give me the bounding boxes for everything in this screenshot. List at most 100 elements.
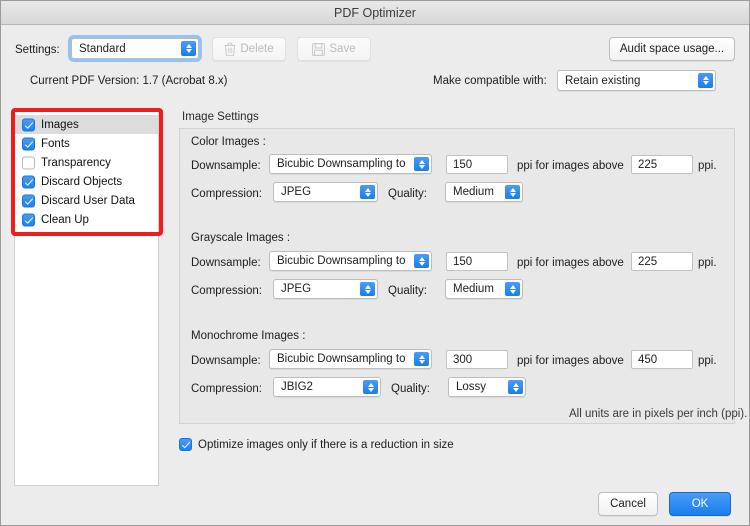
cancel-button-label: Cancel bbox=[610, 498, 646, 510]
list-item-label: Fonts bbox=[41, 137, 70, 150]
monochrome-quality-label: Quality: bbox=[391, 383, 430, 395]
grayscale-quality-select[interactable]: Medium bbox=[445, 279, 523, 299]
list-item-label: Transparency bbox=[41, 156, 111, 169]
grayscale-above-ppi-input[interactable]: 225 bbox=[631, 252, 693, 271]
checkbox-images[interactable] bbox=[22, 118, 35, 131]
monochrome-compression-label: Compression: bbox=[191, 383, 262, 395]
save-button-label: Save bbox=[329, 43, 356, 55]
optimize-images-checkbox-row[interactable]: Optimize images only if there is a reduc… bbox=[179, 438, 454, 451]
grayscale-quality-label: Quality: bbox=[388, 285, 427, 297]
color-downsample-method-value: Bicubic Downsampling to bbox=[277, 158, 406, 170]
chevron-updown-icon[interactable] bbox=[414, 352, 429, 366]
checkbox-discard-user-data[interactable] bbox=[22, 194, 35, 207]
monochrome-compression-select[interactable]: JBIG2 bbox=[273, 377, 381, 397]
color-compression-label: Compression: bbox=[191, 188, 262, 200]
grayscale-above-ppi-value: 225 bbox=[638, 255, 658, 268]
list-item-fonts[interactable]: Fonts bbox=[15, 134, 158, 153]
grayscale-compression-value: JPEG bbox=[281, 283, 312, 295]
monochrome-downsample-label: Downsample: bbox=[191, 355, 261, 367]
color-downsample-label: Downsample: bbox=[191, 160, 261, 172]
list-item-discard-objects[interactable]: Discard Objects bbox=[15, 172, 158, 191]
checkbox-clean-up[interactable] bbox=[22, 213, 35, 226]
color-quality-select[interactable]: Medium bbox=[445, 182, 523, 202]
grayscale-ppi-suffix: ppi. bbox=[698, 257, 717, 269]
cancel-button[interactable]: Cancel bbox=[598, 492, 658, 516]
delete-button[interactable]: Delete bbox=[212, 37, 286, 61]
monochrome-quality-select[interactable]: Lossy bbox=[448, 377, 526, 397]
color-above-ppi-input[interactable]: 225 bbox=[631, 155, 693, 174]
monochrome-downsample-method-select[interactable]: Bicubic Downsampling to bbox=[269, 349, 432, 369]
checkbox-transparency[interactable] bbox=[22, 156, 35, 169]
chevron-updown-icon[interactable] bbox=[360, 282, 375, 296]
color-ppi-above-label: ppi for images above bbox=[517, 160, 624, 172]
monochrome-quality-value: Lossy bbox=[456, 381, 487, 393]
chevron-updown-icon[interactable] bbox=[363, 380, 378, 394]
monochrome-downsample-ppi-value: 300 bbox=[453, 353, 473, 366]
settings-label: Settings: bbox=[15, 44, 60, 56]
monochrome-downsample-ppi-input[interactable]: 300 bbox=[446, 350, 508, 369]
audit-space-usage-label: Audit space usage... bbox=[619, 43, 725, 55]
ok-button[interactable]: OK bbox=[669, 492, 731, 516]
list-item-images[interactable]: Images bbox=[15, 115, 158, 134]
color-compression-select[interactable]: JPEG bbox=[273, 182, 378, 202]
color-images-heading: Color Images : bbox=[191, 136, 266, 148]
monochrome-ppi-suffix: ppi. bbox=[698, 355, 717, 367]
list-item-discard-user-data[interactable]: Discard User Data bbox=[15, 191, 158, 210]
settings-preset-select[interactable]: Standard bbox=[71, 38, 199, 59]
color-compression-value: JPEG bbox=[281, 186, 312, 198]
chevron-updown-icon[interactable] bbox=[414, 254, 429, 268]
grayscale-compression-select[interactable]: JPEG bbox=[273, 279, 378, 299]
chevron-updown-icon[interactable] bbox=[505, 185, 520, 199]
save-button[interactable]: Save bbox=[297, 37, 371, 61]
color-quality-label: Quality: bbox=[388, 188, 427, 200]
monochrome-ppi-above-label: ppi for images above bbox=[517, 355, 624, 367]
grayscale-downsample-method-select[interactable]: Bicubic Downsampling to bbox=[269, 251, 432, 271]
make-compatible-select[interactable]: Retain existing bbox=[557, 70, 716, 91]
list-item-transparency[interactable]: Transparency bbox=[15, 153, 158, 172]
optimize-images-label: Optimize images only if there is a reduc… bbox=[198, 438, 454, 451]
checkbox-optimize-images[interactable] bbox=[179, 438, 192, 451]
color-above-ppi-value: 225 bbox=[638, 158, 658, 171]
grayscale-downsample-ppi-input[interactable]: 150 bbox=[446, 252, 508, 271]
color-downsample-ppi-value: 150 bbox=[453, 158, 473, 171]
audit-space-usage-button[interactable]: Audit space usage... bbox=[609, 37, 735, 61]
list-item-clean-up[interactable]: Clean Up bbox=[15, 210, 158, 229]
chevron-updown-icon[interactable] bbox=[505, 282, 520, 296]
grayscale-quality-value: Medium bbox=[453, 283, 494, 295]
monochrome-above-ppi-value: 450 bbox=[638, 353, 658, 366]
grayscale-downsample-ppi-value: 150 bbox=[453, 255, 473, 268]
make-compatible-label: Make compatible with: bbox=[433, 75, 547, 87]
window-titlebar: PDF Optimizer bbox=[1, 1, 749, 25]
make-compatible-value: Retain existing bbox=[565, 74, 641, 87]
grayscale-downsample-method-value: Bicubic Downsampling to bbox=[277, 255, 406, 267]
list-item-label: Clean Up bbox=[41, 213, 89, 226]
floppy-disk-icon bbox=[312, 42, 326, 56]
chevron-updown-icon[interactable] bbox=[698, 73, 713, 88]
color-quality-value: Medium bbox=[453, 186, 494, 198]
monochrome-compression-value: JBIG2 bbox=[281, 381, 313, 393]
chevron-updown-icon[interactable] bbox=[181, 41, 196, 56]
settings-preset-value: Standard bbox=[79, 42, 126, 55]
list-item-label: Images bbox=[41, 118, 79, 131]
monochrome-above-ppi-input[interactable]: 450 bbox=[631, 350, 693, 369]
delete-button-label: Delete bbox=[240, 43, 274, 55]
color-downsample-ppi-input[interactable]: 150 bbox=[446, 155, 508, 174]
settings-category-list[interactable]: Images Fonts Transparency Discard Object… bbox=[14, 111, 159, 486]
color-ppi-suffix: ppi. bbox=[698, 160, 717, 172]
grayscale-downsample-label: Downsample: bbox=[191, 257, 261, 269]
grayscale-ppi-above-label: ppi for images above bbox=[517, 257, 624, 269]
current-pdf-version-text: Current PDF Version: 1.7 (Acrobat 8.x) bbox=[30, 75, 228, 87]
grayscale-compression-label: Compression: bbox=[191, 285, 262, 297]
chevron-updown-icon[interactable] bbox=[414, 157, 429, 171]
trash-icon bbox=[224, 42, 236, 56]
checkbox-discard-objects[interactable] bbox=[22, 175, 35, 188]
units-note: All units are in pixels per inch (ppi). bbox=[569, 408, 748, 420]
color-downsample-method-select[interactable]: Bicubic Downsampling to bbox=[269, 154, 432, 174]
grayscale-images-heading: Grayscale Images : bbox=[191, 232, 291, 244]
chevron-updown-icon[interactable] bbox=[360, 185, 375, 199]
checkbox-fonts[interactable] bbox=[22, 137, 35, 150]
list-item-label: Discard Objects bbox=[41, 175, 123, 188]
monochrome-images-heading: Monochrome Images : bbox=[191, 330, 306, 342]
chevron-updown-icon[interactable] bbox=[508, 380, 523, 394]
monochrome-downsample-method-value: Bicubic Downsampling to bbox=[277, 353, 406, 365]
